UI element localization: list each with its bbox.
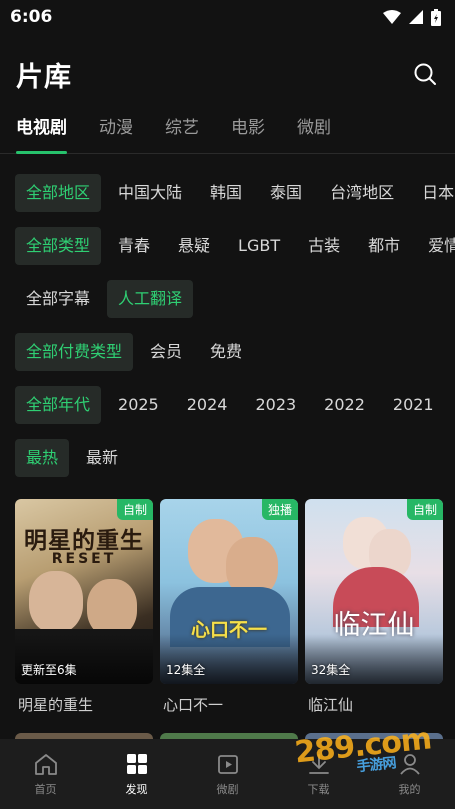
- filter-chip[interactable]: 泰国: [259, 174, 313, 212]
- filter-row-genre: 全部类型 青春 悬疑 LGBT 古装 都市 爱情: [0, 227, 455, 265]
- filter-chip[interactable]: 会员: [139, 333, 193, 371]
- nav-label: 首页: [34, 783, 57, 796]
- page-header: 片库: [0, 50, 455, 98]
- content-grid: 明星的重生 RESET 自制 更新至6集 明星的重生 心口不一 独播 12集全 …: [15, 499, 455, 715]
- poster-image: 明星的重生 RESET 自制 更新至6集: [15, 499, 153, 684]
- filter-chip[interactable]: 最新: [75, 439, 129, 477]
- filter-chip[interactable]: 全部类型: [15, 227, 102, 265]
- grid-icon: [126, 754, 147, 774]
- nav-home[interactable]: 首页: [0, 753, 91, 797]
- filter-chip[interactable]: 都市: [357, 227, 411, 265]
- signal-icon: [409, 10, 423, 24]
- page-title: 片库: [16, 61, 72, 93]
- badge: 独播: [261, 499, 298, 520]
- filter-row-subtitle: 全部字幕 人工翻译: [0, 280, 455, 318]
- filter-chip[interactable]: 爱情: [417, 227, 455, 265]
- filter-chip[interactable]: 2020: [451, 386, 455, 424]
- poster-subtitle-art: RESET: [51, 551, 117, 567]
- status-time: 6:06: [10, 7, 53, 27]
- filter-chip[interactable]: 全部地区: [15, 174, 102, 212]
- filter-chip[interactable]: 人工翻译: [107, 280, 194, 318]
- filter-chip[interactable]: 古装: [297, 227, 351, 265]
- nav-label: 发现: [125, 783, 148, 796]
- card-title: 临江仙: [308, 696, 354, 714]
- filter-chip[interactable]: 悬疑: [167, 227, 221, 265]
- poster-title-art: 明星的重生: [24, 528, 144, 554]
- tab-movie[interactable]: 电影: [231, 108, 265, 154]
- badge: 自制: [116, 499, 153, 520]
- filter-chip[interactable]: 全部付费类型: [15, 333, 134, 371]
- video-icon: [217, 755, 238, 774]
- filter-chip[interactable]: 中国大陆: [107, 174, 193, 212]
- filter-chip[interactable]: 日本: [411, 174, 455, 212]
- card-title: 心口不一: [163, 696, 224, 714]
- filter-chip[interactable]: 韩国: [199, 174, 253, 212]
- nav-label: 微剧: [216, 783, 239, 796]
- tab-tv-series[interactable]: 电视剧: [16, 108, 67, 154]
- filter-chip[interactable]: 2022: [313, 386, 376, 424]
- filter-chip[interactable]: 2021: [382, 386, 445, 424]
- filter-chip[interactable]: 青春: [107, 227, 161, 265]
- nav-label: 我的: [398, 783, 421, 796]
- tab-variety[interactable]: 综艺: [165, 108, 199, 154]
- content-card[interactable]: 临江仙 自制 32集全 临江仙: [305, 499, 443, 715]
- badge: 自制: [406, 499, 443, 520]
- filter-row-pay: 全部付费类型 会员 免费: [0, 333, 455, 371]
- filter-chip[interactable]: 免费: [199, 333, 253, 371]
- poster-image: 心口不一 独播 12集全: [160, 499, 298, 684]
- filter-chip[interactable]: 2023: [244, 386, 307, 424]
- nav-discover[interactable]: 发现: [91, 753, 182, 797]
- filter-chip[interactable]: 台湾地区: [319, 174, 405, 212]
- filter-row-region: 全部地区 中国大陆 韩国 泰国 台湾地区 日本: [0, 174, 455, 212]
- wifi-icon: [383, 10, 401, 24]
- filter-chip[interactable]: 2025: [107, 386, 170, 424]
- tab-micro-drama[interactable]: 微剧: [297, 108, 331, 154]
- poster-image: 临江仙 自制 32集全: [305, 499, 443, 684]
- filter-chip[interactable]: LGBT: [227, 227, 291, 265]
- episode-status: 12集全: [166, 663, 206, 677]
- episode-status: 32集全: [311, 663, 351, 677]
- filter-panel: 全部地区 中国大陆 韩国 泰国 台湾地区 日本 全部类型 青春 悬疑 LGBT …: [0, 174, 455, 492]
- filter-chip[interactable]: 全部字幕: [15, 280, 101, 318]
- battery-icon: [431, 8, 441, 26]
- content-card[interactable]: 心口不一 独播 12集全 心口不一: [160, 499, 298, 715]
- card-title: 明星的重生: [18, 696, 94, 714]
- nav-micro-drama[interactable]: 微剧: [182, 753, 273, 797]
- home-icon: [34, 754, 57, 775]
- filter-chip[interactable]: 2024: [176, 386, 239, 424]
- episode-status: 更新至6集: [21, 663, 77, 677]
- search-icon[interactable]: [413, 62, 437, 86]
- filter-row-year: 全部年代 2025 2024 2023 2022 2021 2020: [0, 386, 455, 424]
- filter-chip[interactable]: 最热: [15, 439, 70, 477]
- status-icons: [383, 8, 441, 26]
- filter-row-sort: 最热 最新: [0, 439, 455, 477]
- category-tabs: 电视剧 动漫 综艺 电影 微剧: [0, 108, 455, 154]
- content-card[interactable]: 明星的重生 RESET 自制 更新至6集 明星的重生: [15, 499, 153, 715]
- status-bar: 6:06: [0, 0, 455, 34]
- nav-label: 下载: [307, 783, 330, 796]
- filter-chip[interactable]: 全部年代: [15, 386, 102, 424]
- tab-anime[interactable]: 动漫: [99, 108, 133, 154]
